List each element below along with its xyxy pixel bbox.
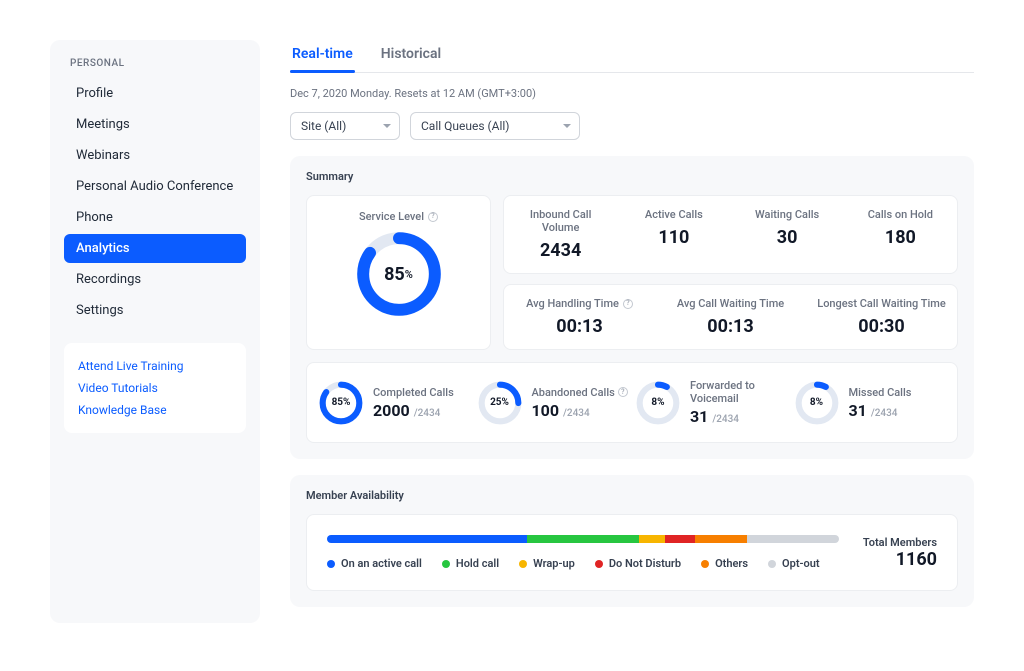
legend-item: On an active call bbox=[327, 557, 422, 570]
stat-missed: 8% Missed Calls31 /2434 bbox=[795, 379, 946, 426]
legend-dot-icon bbox=[442, 560, 450, 568]
service-level-label: Service Level ? bbox=[359, 210, 438, 223]
sidebar-item-meetings[interactable]: Meetings bbox=[64, 110, 246, 139]
tabs: Real-time Historical bbox=[290, 40, 974, 73]
sidebar-item-recordings[interactable]: Recordings bbox=[64, 265, 246, 294]
help-box: Attend Live Training Video Tutorials Kno… bbox=[64, 343, 246, 433]
queues-select[interactable]: Call Queues (All) bbox=[410, 112, 580, 140]
main-content: Real-time Historical Dec 7, 2020 Monday.… bbox=[290, 40, 974, 623]
availability-segment bbox=[639, 535, 665, 543]
stat-row-bottom: Avg Handling Time ? 00:13 Avg Call Waiti… bbox=[503, 284, 958, 350]
legend-item: Wrap-up bbox=[519, 557, 575, 570]
stat-longest-wait: Longest Call Waiting Time 00:30 bbox=[806, 285, 957, 349]
help-link-kb[interactable]: Knowledge Base bbox=[78, 399, 232, 421]
queues-select-value: Call Queues (All) bbox=[421, 119, 509, 133]
help-link-training[interactable]: Attend Live Training bbox=[78, 355, 232, 377]
legend-item: Opt-out bbox=[768, 557, 820, 570]
site-select[interactable]: Site (All) bbox=[290, 112, 400, 140]
sidebar-item-audio-conference[interactable]: Personal Audio Conference bbox=[64, 172, 246, 201]
summary-section: Summary Service Level ? 85% bbox=[290, 156, 974, 459]
info-icon[interactable]: ? bbox=[623, 299, 633, 309]
stat-avg-handling: Avg Handling Time ? 00:13 bbox=[504, 285, 655, 349]
stat-active: Active Calls 110 bbox=[617, 196, 730, 273]
sidebar-item-profile[interactable]: Profile bbox=[64, 79, 246, 108]
sidebar-heading: PERSONAL bbox=[64, 58, 246, 69]
availability-bar bbox=[327, 535, 839, 543]
legend-dot-icon bbox=[595, 560, 603, 568]
availability-segment bbox=[665, 535, 696, 543]
availability-card: On an active call Hold call Wrap-up Do Not … bbox=[306, 514, 958, 591]
sidebar-item-settings[interactable]: Settings bbox=[64, 296, 246, 325]
stat-waiting: Waiting Calls 30 bbox=[731, 196, 844, 273]
stat-row-top: Inbound Call Volume 2434 Active Calls 11… bbox=[503, 195, 958, 274]
service-level-card: Service Level ? 85% bbox=[306, 195, 491, 350]
availability-title: Member Availability bbox=[306, 489, 958, 502]
availability-segment bbox=[747, 535, 839, 543]
legend-dot-icon bbox=[768, 560, 776, 568]
sidebar: PERSONAL Profile Meetings Webinars Perso… bbox=[50, 40, 260, 623]
stat-completed: 85% Completed Calls2000 /2434 bbox=[319, 379, 470, 426]
legend-dot-icon bbox=[701, 560, 709, 568]
sidebar-item-webinars[interactable]: Webinars bbox=[64, 141, 246, 170]
sidebar-item-analytics[interactable]: Analytics bbox=[64, 234, 246, 263]
availability-legend: On an active call Hold call Wrap-up Do Not … bbox=[327, 557, 839, 570]
help-link-tutorials[interactable]: Video Tutorials bbox=[78, 377, 232, 399]
legend-item: Do Not Disturb bbox=[595, 557, 681, 570]
call-stats-row: 85% Completed Calls2000 /2434 25% Abando… bbox=[306, 362, 958, 443]
legend-item: Others bbox=[701, 557, 748, 570]
availability-segment bbox=[527, 535, 640, 543]
service-level-donut: 85% bbox=[356, 231, 442, 317]
sidebar-nav: Profile Meetings Webinars Personal Audio… bbox=[64, 79, 246, 325]
date-line: Dec 7, 2020 Monday. Resets at 12 AM (GMT… bbox=[290, 87, 974, 100]
stat-hold: Calls on Hold 180 bbox=[844, 196, 957, 273]
total-members: Total Members 1160 bbox=[863, 536, 937, 570]
filter-bar: Site (All) Call Queues (All) bbox=[290, 112, 974, 140]
chevron-down-icon bbox=[383, 124, 391, 128]
stat-avg-wait: Avg Call Waiting Time 00:13 bbox=[655, 285, 806, 349]
info-icon[interactable]: ? bbox=[428, 212, 438, 222]
legend-item: Hold call bbox=[442, 557, 499, 570]
availability-segment bbox=[695, 535, 746, 543]
sidebar-item-phone[interactable]: Phone bbox=[64, 203, 246, 232]
summary-title: Summary bbox=[306, 170, 958, 183]
tab-realtime[interactable]: Real-time bbox=[290, 40, 355, 72]
tab-historical[interactable]: Historical bbox=[379, 40, 443, 72]
availability-segment bbox=[327, 535, 527, 543]
stat-forwarded: 8% Forwarded to Voicemail31 /2434 bbox=[636, 379, 787, 426]
site-select-value: Site (All) bbox=[301, 119, 346, 133]
info-icon[interactable]: ? bbox=[618, 387, 628, 397]
stat-inbound: Inbound Call Volume 2434 bbox=[504, 196, 617, 273]
chevron-down-icon bbox=[563, 124, 571, 128]
legend-dot-icon bbox=[519, 560, 527, 568]
legend-dot-icon bbox=[327, 560, 335, 568]
availability-section: Member Availability On an active call Hol… bbox=[290, 475, 974, 607]
stat-abandoned: 25% Abandoned Calls ?100 /2434 bbox=[478, 379, 629, 426]
